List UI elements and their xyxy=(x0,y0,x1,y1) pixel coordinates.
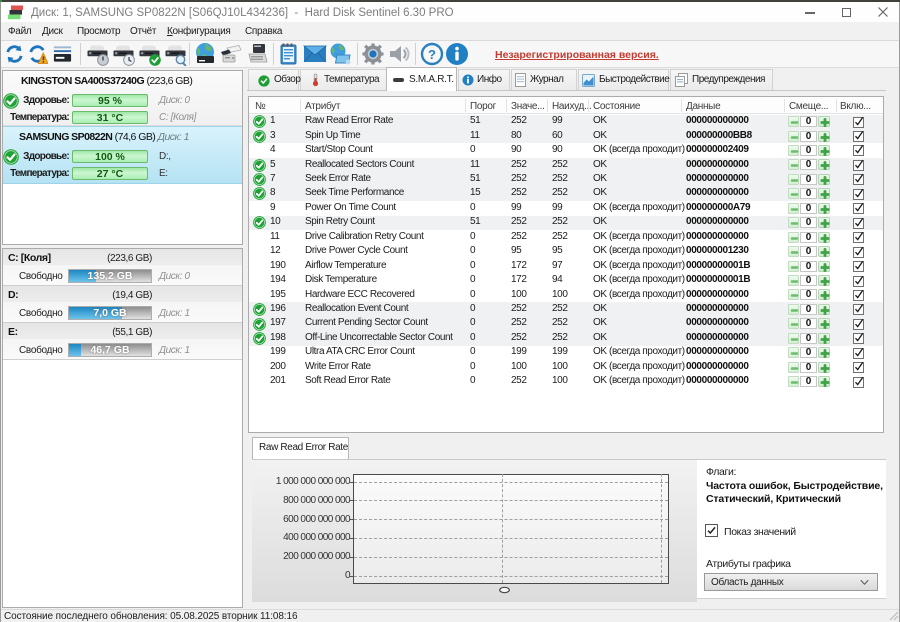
svg-text:?: ? xyxy=(428,47,436,62)
